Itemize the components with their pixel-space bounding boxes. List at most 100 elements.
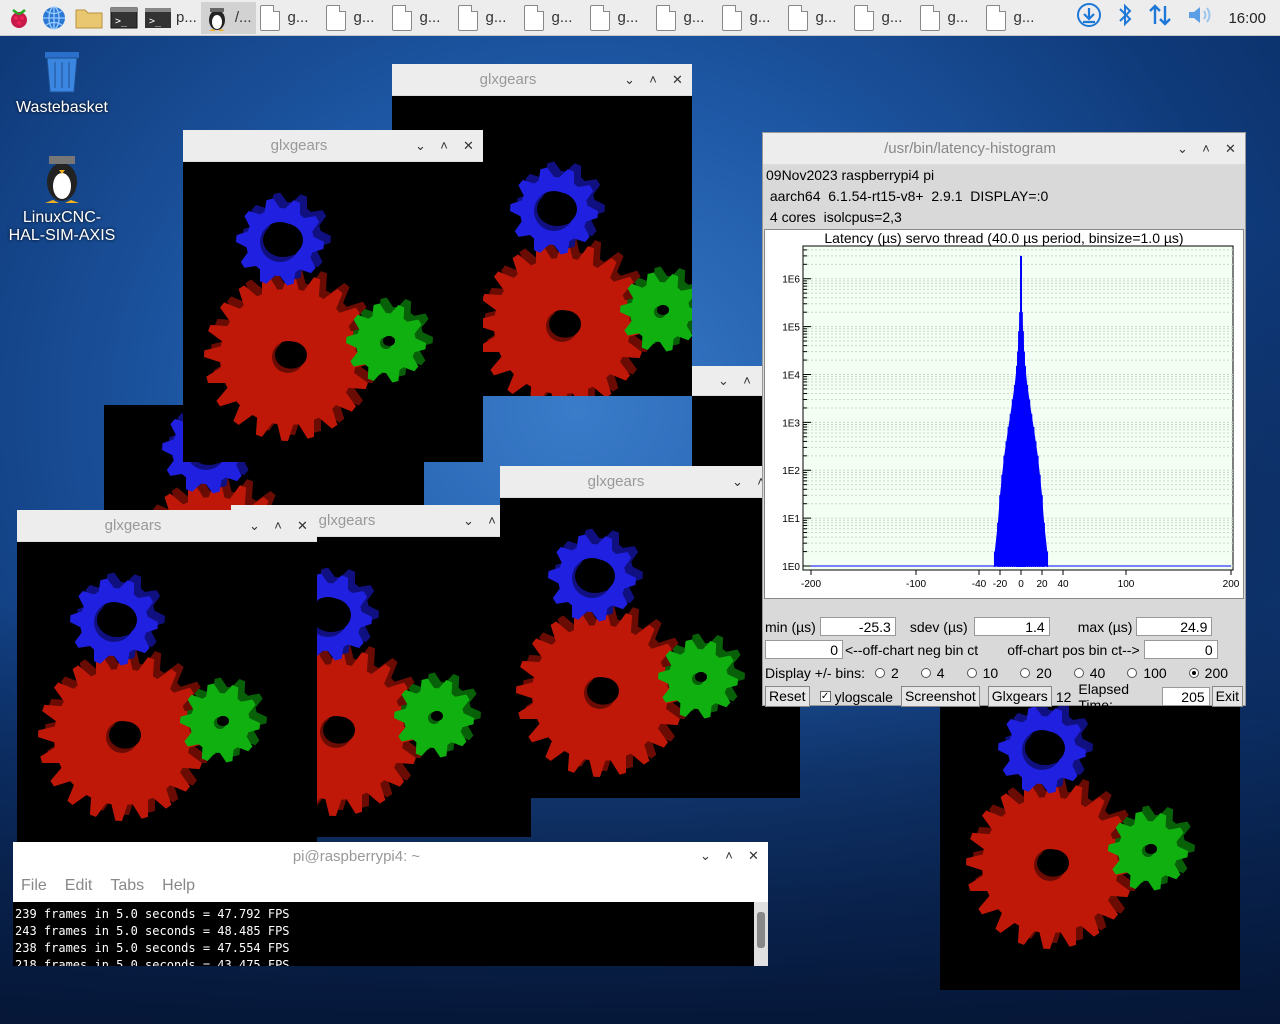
- radio-icon: [874, 667, 885, 678]
- task-label: g...: [881, 9, 903, 26]
- glxgears-window-bottom-right[interactable]: [940, 690, 1240, 990]
- close-icon[interactable]: ✕: [1225, 141, 1236, 157]
- taskbar-task-glxgears[interactable]: g...: [454, 2, 520, 34]
- red-gear: [516, 603, 691, 777]
- desktop-icon-wastebasket[interactable]: Wastebasket: [10, 48, 114, 117]
- glxgears-titlebar[interactable]: glxgears⌄˄✕: [500, 466, 800, 498]
- taskbar-task-glxgears[interactable]: g...: [982, 2, 1048, 34]
- terminal-menu-help[interactable]: Help: [162, 877, 195, 895]
- task-label: g...: [617, 9, 639, 26]
- bins-radio-4[interactable]: 4: [920, 664, 945, 681]
- taskbar-task-glxgears[interactable]: g...: [256, 2, 322, 34]
- close-icon[interactable]: ✕: [748, 848, 759, 864]
- maximize-icon[interactable]: ˄: [648, 72, 658, 88]
- taskbar-task-glxgears[interactable]: g...: [652, 2, 718, 34]
- taskbar: >_ >_ p... /... g... g... g... g... g... g...…: [0, 0, 1280, 36]
- bins-radio-200[interactable]: 200: [1188, 665, 1228, 681]
- x-tick-label: 100: [1118, 579, 1135, 590]
- close-icon[interactable]: ✕: [297, 518, 308, 534]
- terminal-titlebar[interactable]: pi@raspberrypi4: ~ ⌄ ˄ ✕: [13, 842, 768, 870]
- latency-histogram-window[interactable]: /usr/bin/latency-histogram ⌄ ˄ ✕ 09Nov2023…: [762, 132, 1246, 713]
- minimize-icon[interactable]: ⌄: [624, 72, 635, 88]
- clock[interactable]: 16:00: [1228, 10, 1266, 27]
- terminal-menu-tabs[interactable]: Tabs: [110, 877, 144, 895]
- download-icon[interactable]: [1076, 2, 1102, 34]
- bins-radio-100[interactable]: 100: [1127, 665, 1167, 681]
- task-label: g...: [683, 9, 705, 26]
- reset-button[interactable]: Reset: [765, 686, 810, 707]
- bins-radio-label: 4: [936, 664, 945, 681]
- bluetooth-icon[interactable]: [1116, 2, 1134, 34]
- terminal-window[interactable]: pi@raspberrypi4: ~ ⌄ ˄ ✕ File Edit Tabs Help …: [13, 842, 768, 966]
- glxgears-window-bottom-left[interactable]: glxgears ⌄ ˄ ✕: [17, 510, 317, 842]
- terminal-menu-file[interactable]: File: [21, 877, 47, 895]
- taskbar-task-glxgears[interactable]: g...: [586, 2, 652, 34]
- window-icon: [919, 4, 940, 31]
- radio-icon: [1127, 667, 1138, 678]
- minimize-icon[interactable]: ⌄: [1177, 141, 1188, 157]
- maximize-icon[interactable]: ˄: [742, 373, 752, 389]
- linuxcnc-label-line1: LinuxCNC-: [22, 209, 102, 226]
- glxgears-window-center-right[interactable]: glxgears⌄˄✕: [500, 466, 800, 798]
- glxgears-window-left-upper[interactable]: glxgears ⌄ ˄ ✕: [183, 130, 483, 462]
- exit-button[interactable]: Exit: [1211, 686, 1243, 707]
- raspberry-menu-icon[interactable]: [3, 2, 35, 34]
- ylogscale-checkbox[interactable]: ✓ ylogscale: [819, 689, 893, 705]
- taskbar-task-latency[interactable]: /...: [200, 1, 256, 34]
- terminal-line: 238 frames in 5.0 seconds = 47.554 FPS: [15, 941, 290, 955]
- terminal-scrollbar[interactable]: [754, 902, 768, 966]
- bins-radio-10[interactable]: 10: [966, 665, 998, 681]
- window-icon: [325, 4, 346, 31]
- minimize-icon[interactable]: ⌄: [415, 138, 426, 154]
- close-icon[interactable]: ✕: [672, 72, 683, 88]
- bins-radio-20[interactable]: 20: [1020, 665, 1052, 681]
- taskbar-task-terminal[interactable]: >_ p...: [140, 2, 201, 34]
- volume-icon[interactable]: [1186, 3, 1214, 33]
- minimize-icon[interactable]: ⌄: [700, 848, 711, 864]
- browser-globe-icon[interactable]: [38, 2, 70, 34]
- desktop-icon-linuxcnc[interactable]: LinuxCNC- HAL-SIM-AXIS: [6, 152, 118, 245]
- svg-text:>_: >_: [115, 16, 128, 27]
- bins-radio-2[interactable]: 2: [874, 665, 899, 681]
- glxgears-title: glxgears: [479, 71, 537, 88]
- glxgears-button[interactable]: Glxgears: [987, 686, 1052, 707]
- latency-window-title: /usr/bin/latency-histogram: [884, 140, 1056, 157]
- close-icon[interactable]: ✕: [463, 138, 474, 154]
- maximize-icon[interactable]: ˄: [487, 513, 497, 529]
- red-gear: [204, 267, 379, 441]
- maximize-icon[interactable]: ˄: [273, 518, 283, 534]
- latency-titlebar[interactable]: /usr/bin/latency-histogram ⌄ ˄ ✕: [763, 133, 1245, 165]
- taskbar-task-glxgears[interactable]: g...: [388, 2, 454, 34]
- min-field: -25.3: [819, 617, 896, 636]
- bins-radio-40[interactable]: 40: [1073, 665, 1105, 681]
- taskbar-task-glxgears[interactable]: g...: [784, 2, 850, 34]
- taskbar-task-glxgears[interactable]: g...: [718, 2, 784, 34]
- glxgears-window-right-strip[interactable]: ⌄ ˄: [692, 366, 762, 466]
- glxgears-titlebar[interactable]: glxgears ⌄ ˄ ✕: [392, 64, 692, 96]
- taskbar-task-glxgears[interactable]: g...: [322, 2, 388, 34]
- terminal-launcher-icon[interactable]: >_: [108, 2, 140, 34]
- elapsed-label: Elapsed Time:: [1078, 680, 1129, 713]
- terminal-output[interactable]: 239 frames in 5.0 seconds = 47.792 FPS 24…: [13, 902, 768, 966]
- glxgears-titlebar[interactable]: glxgears⌄˄✕: [183, 130, 483, 162]
- taskbar-task-glxgears[interactable]: g...: [916, 2, 982, 34]
- taskbar-task-glxgears[interactable]: g...: [850, 2, 916, 34]
- minimize-icon[interactable]: ⌄: [463, 513, 474, 529]
- blue-gear: [510, 161, 605, 255]
- minimize-icon[interactable]: ⌄: [718, 373, 729, 389]
- terminal-line: 243 frames in 5.0 seconds = 48.485 FPS: [15, 924, 290, 938]
- minimize-icon[interactable]: ⌄: [249, 518, 260, 534]
- glxgears-titlebar[interactable]: glxgears⌄˄✕: [17, 510, 317, 542]
- maximize-icon[interactable]: ˄: [724, 848, 734, 864]
- terminal-menu-edit[interactable]: Edit: [65, 877, 93, 895]
- y-tick-label: 1E2: [782, 466, 800, 477]
- svg-text:>_: >_: [149, 16, 162, 27]
- maximize-icon[interactable]: ˄: [439, 138, 449, 154]
- network-arrows-icon[interactable]: [1148, 2, 1172, 34]
- screenshot-button[interactable]: Screenshot: [900, 686, 980, 707]
- maximize-icon[interactable]: ˄: [1201, 141, 1211, 157]
- x-tick-label: -200: [801, 579, 821, 590]
- taskbar-task-glxgears[interactable]: g...: [520, 2, 586, 34]
- minimize-icon[interactable]: ⌄: [732, 474, 743, 490]
- file-manager-folder-icon[interactable]: [73, 2, 105, 34]
